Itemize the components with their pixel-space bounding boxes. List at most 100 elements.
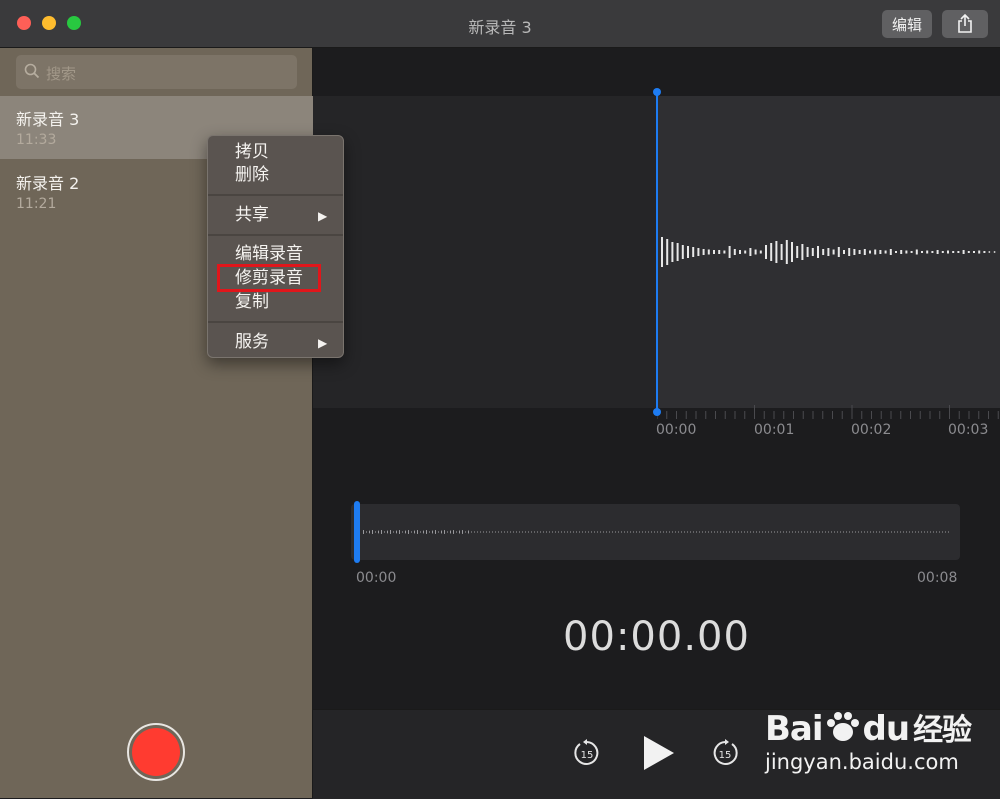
overview-sample bbox=[858, 531, 859, 533]
overview-sample bbox=[432, 530, 433, 534]
overview-sample bbox=[663, 531, 664, 533]
waveform-sample bbox=[858, 250, 861, 254]
overview-sample bbox=[489, 531, 490, 533]
overview-sample bbox=[513, 531, 514, 533]
waveform-sample bbox=[967, 251, 970, 253]
menu-item-duplicate[interactable]: 复制 bbox=[235, 292, 269, 312]
overview-sample bbox=[573, 531, 574, 533]
overview-sample bbox=[426, 530, 427, 534]
overview-sample bbox=[783, 531, 784, 533]
overview-sample bbox=[939, 531, 940, 533]
share-button[interactable] bbox=[942, 10, 988, 38]
overview-sample bbox=[438, 531, 439, 533]
overview-sample bbox=[738, 531, 739, 533]
overview-sample bbox=[516, 531, 517, 533]
overview-sample bbox=[888, 531, 889, 533]
overview-scrubber[interactable] bbox=[351, 501, 960, 563]
overview-sample bbox=[525, 531, 526, 533]
waveform-sample bbox=[718, 250, 721, 254]
waveform-sample bbox=[988, 251, 991, 253]
menu-item-copy[interactable]: 拷贝 bbox=[235, 142, 269, 162]
overview-sample bbox=[678, 531, 679, 533]
overview-sample bbox=[876, 531, 877, 533]
overview-sample bbox=[915, 531, 916, 533]
overview-sample bbox=[819, 531, 820, 533]
overview-sample bbox=[630, 531, 631, 533]
overview-sample bbox=[597, 531, 598, 533]
overview-sample bbox=[867, 531, 868, 533]
elapsed-timer: 00:00.00 bbox=[563, 614, 750, 660]
waveform-sample bbox=[869, 250, 871, 254]
overview-sample bbox=[933, 531, 934, 533]
overview-sample bbox=[396, 530, 397, 534]
overview-sample bbox=[828, 531, 829, 533]
overview-sample bbox=[849, 531, 850, 533]
overview-sample bbox=[837, 531, 838, 533]
waveform-sample bbox=[765, 245, 767, 259]
overview-sample bbox=[594, 531, 595, 533]
overview-sample bbox=[450, 530, 451, 534]
waveform-sample bbox=[687, 246, 689, 258]
skip-back-15-icon: 15 bbox=[574, 739, 599, 765]
menu-separator bbox=[208, 234, 343, 236]
overview-sample bbox=[621, 531, 622, 533]
overview-sample bbox=[615, 531, 616, 533]
overview-sample bbox=[723, 531, 724, 533]
overview-sample bbox=[366, 531, 367, 533]
search-placeholder: 搜索 bbox=[46, 65, 77, 83]
overview-sample bbox=[414, 530, 415, 534]
overview-sample bbox=[402, 531, 403, 533]
overview-sample bbox=[912, 531, 913, 533]
overview-playhead[interactable] bbox=[354, 501, 360, 563]
overview-sample bbox=[813, 531, 814, 533]
overview-sample bbox=[648, 531, 649, 533]
edit-button[interactable]: 编辑 bbox=[882, 10, 932, 38]
play-icon bbox=[644, 736, 674, 770]
waveform-sample bbox=[863, 249, 866, 255]
skip-back-button[interactable]: 15 bbox=[572, 738, 602, 772]
waveform-area[interactable] bbox=[657, 96, 1000, 408]
overview-sample bbox=[831, 531, 832, 533]
playhead-bottom-handle[interactable] bbox=[653, 408, 661, 416]
menu-item-edit-recording[interactable]: 编辑录音 bbox=[235, 244, 303, 264]
overview-sample bbox=[501, 531, 502, 533]
overview-sample bbox=[660, 531, 661, 533]
record-button[interactable] bbox=[127, 723, 185, 781]
waveform-sample bbox=[791, 242, 793, 262]
context-menu: 拷贝 删除 共享 ▶ 编辑录音 修剪录音 复制 服务 ▶ bbox=[207, 135, 344, 358]
menu-item-share[interactable]: 共享 bbox=[235, 205, 269, 225]
overview-sample bbox=[786, 531, 787, 533]
waveform bbox=[661, 237, 996, 267]
overview-sample bbox=[606, 531, 607, 533]
menu-item-delete[interactable]: 删除 bbox=[235, 165, 269, 185]
overview-sample bbox=[753, 531, 754, 533]
waveform-sample bbox=[744, 250, 747, 254]
overview-sample bbox=[708, 531, 709, 533]
search-field[interactable]: 搜索 bbox=[16, 55, 297, 89]
overview-sample bbox=[570, 531, 571, 533]
overview-sample bbox=[936, 531, 937, 533]
overview-sample bbox=[654, 531, 655, 533]
waveform-sample bbox=[796, 246, 799, 258]
overview-sample bbox=[552, 531, 553, 533]
play-button[interactable] bbox=[641, 734, 677, 776]
playhead-top-handle[interactable] bbox=[653, 88, 661, 96]
overview-sample bbox=[372, 530, 373, 534]
playhead[interactable] bbox=[653, 88, 661, 416]
overview-sample bbox=[669, 531, 670, 533]
overview-sample bbox=[540, 531, 541, 533]
overview-sample bbox=[942, 531, 943, 533]
overview-sample bbox=[447, 531, 448, 533]
overview-sample bbox=[378, 530, 379, 534]
menu-item-services[interactable]: 服务 bbox=[235, 332, 269, 352]
overview-sample bbox=[774, 531, 775, 533]
overview-sample bbox=[732, 531, 733, 533]
waveform-sample bbox=[895, 251, 897, 253]
overview-sample bbox=[903, 531, 904, 533]
overview-sample bbox=[930, 531, 931, 533]
overview-sample bbox=[627, 531, 628, 533]
skip-forward-button[interactable]: 15 bbox=[710, 738, 740, 772]
overview-sample bbox=[846, 531, 847, 533]
overview-sample bbox=[795, 531, 796, 533]
waveform-sample bbox=[780, 244, 783, 260]
